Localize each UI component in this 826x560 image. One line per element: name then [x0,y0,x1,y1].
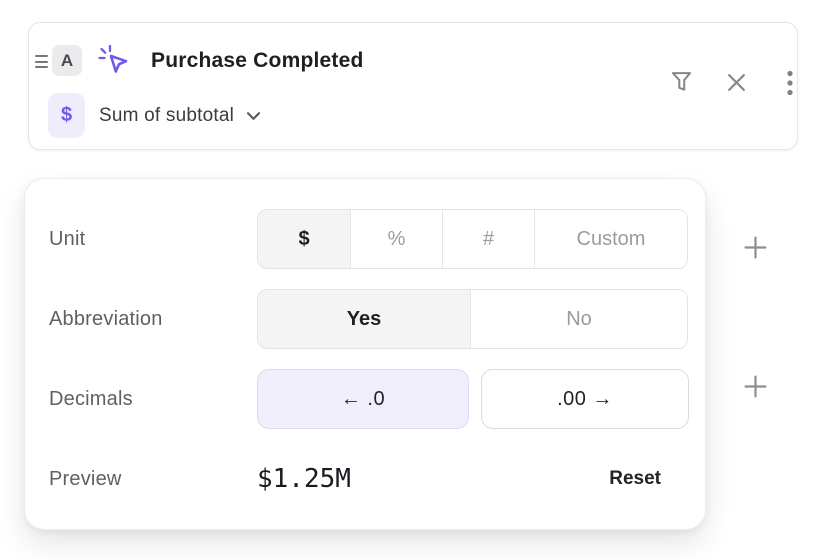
abbreviation-row-label: Abbreviation [49,307,163,331]
format-popover: Unit $ % # Custom Abbreviation Yes No De… [24,178,706,530]
unit-row-label: Unit [49,227,85,251]
plus-icon-add-filter[interactable] [744,236,767,259]
abbreviation-segmented-control: Yes No [257,289,688,349]
preview-value: $1.25M [257,464,351,494]
drag-handle-icon[interactable] [35,55,49,68]
close-icon[interactable] [726,72,747,93]
unit-option-percent[interactable]: % [350,210,442,268]
metric-select-dropdown[interactable]: Sum of subtotal [99,93,261,138]
unit-segmented-control: $ % # Custom [257,209,688,269]
filter-funnel-icon[interactable] [670,70,693,93]
plus-icon-add-event[interactable] [744,375,767,398]
cursor-click-icon [98,44,130,76]
decimals-increase-button[interactable]: .00 → [481,369,689,429]
unit-option-dollar[interactable]: $ [258,210,350,268]
abbreviation-option-no[interactable]: No [470,290,687,348]
event-card: A Purchase Completed [28,22,798,150]
reset-button[interactable]: Reset [609,467,661,491]
metric-unit-badge: $ [48,93,85,138]
decimals-decrease-button[interactable]: ← .0 [257,369,469,429]
event-title[interactable]: Purchase Completed [151,48,364,74]
decimals-row-label: Decimals [49,387,133,411]
metric-label: Sum of subtotal [99,105,234,127]
kebab-menu-icon[interactable] [786,69,794,97]
metric-editor: A Purchase Completed [0,0,826,560]
unit-option-custom[interactable]: Custom [534,210,687,268]
chevron-down-icon [246,111,261,121]
preview-row-label: Preview [49,467,122,491]
unit-option-number[interactable]: # [442,210,534,268]
abbreviation-option-yes[interactable]: Yes [258,290,470,348]
series-badge: A [52,45,82,76]
